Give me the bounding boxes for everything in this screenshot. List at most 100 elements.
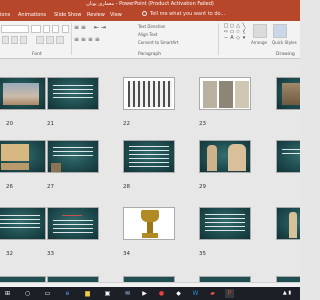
char-spacing-button[interactable] [56,36,64,44]
start-icon[interactable]: ⊞ [3,289,12,298]
bold-button[interactable] [2,36,9,44]
slide-thumbnail[interactable] [199,77,251,110]
mail-icon[interactable]: ✉ [123,289,132,298]
slide-text-line [53,224,93,225]
slide-image [235,81,249,108]
quick-styles-icon[interactable] [273,24,287,38]
taskbar: ⊞ ○ ▭ e ▆ ▣ ✉ ▶ ● ◆ W ▰ P ▲ ▮ [0,287,300,300]
slide-text-line [129,150,169,151]
grow-font-button[interactable] [43,25,50,33]
slide-image [1,144,29,161]
font-color-button[interactable] [46,36,54,44]
store-icon[interactable]: ▣ [103,289,112,298]
powerpoint-icon[interactable]: P [225,289,234,298]
slide-text-line [53,85,93,86]
tab-animations[interactable]: Animations [18,11,46,19]
font-name-box[interactable] [1,25,29,33]
arrange-icon[interactable] [253,24,267,38]
slide-thumbnail[interactable] [47,140,99,173]
slide-statue-image [207,145,217,171]
slide-thumbnail[interactable] [276,77,300,110]
app-icon[interactable]: ◆ [174,289,183,298]
slide-number: 27 [47,184,54,190]
tab-transitions[interactable]: ions [0,11,10,19]
slide-number: 35 [199,251,206,257]
slide-text-line [53,93,93,94]
chrome-icon[interactable]: ● [157,289,166,298]
align-icon[interactable]: ≡ ≡ ≡ ≡ [74,36,100,44]
slide-text-line [53,228,93,229]
slide-number: 34 [123,251,130,257]
underline-button[interactable] [20,36,27,44]
slide-image [203,81,217,108]
shapes-gallery[interactable]: □ ○ △ ╲ ⇨ ▭ ☆ { ∽ A ◇ ▾ [223,23,249,43]
paragraph-group-label: Paragraph [138,52,162,57]
slide-text-line [0,223,40,224]
slide-thumbnail[interactable] [276,207,300,240]
slide-thumbnail[interactable] [47,207,99,240]
slide-thumbnail[interactable] [123,207,175,240]
slide-text-line [0,215,40,216]
tab-slide-show[interactable]: Slide Show [54,11,81,19]
slide-thumbnail[interactable] [199,140,251,173]
indent-icon[interactable]: ⇤ ⇥ [94,24,106,32]
case-button[interactable] [36,36,44,44]
slide-number: 29 [199,184,206,190]
slide-text-line [205,222,245,223]
slide-number: 33 [47,251,54,257]
slide-text-line [129,166,169,167]
edge-icon[interactable]: e [63,289,72,298]
word-icon[interactable]: W [191,289,200,298]
slide-text-line [0,227,40,228]
slide-number: 22 [123,121,130,127]
slide-vase-image [142,233,158,238]
slide-text-line [129,146,169,147]
ribbon-tabs: ions Animations Slide Show Review View T… [0,8,300,21]
slide-text-line [53,97,93,98]
ribbon-separator [71,23,72,55]
shrink-font-button[interactable] [52,25,59,33]
system-tray-icon[interactable]: ▲ ▮ [278,289,296,298]
slide-thumbnail[interactable] [123,77,175,110]
slide-thumbnail[interactable] [0,207,46,240]
pdf-icon[interactable]: ▰ [208,289,217,298]
slide-text-line [282,149,300,150]
tab-review[interactable]: Review [87,11,105,19]
slide-image [282,83,300,105]
quick-styles-button[interactable]: Quick Styles [272,40,297,45]
bullets-icon[interactable]: ≡ ≡ [74,24,86,32]
italic-button[interactable] [11,36,18,44]
slide-thumbnail[interactable] [0,77,46,110]
tab-view[interactable]: View [110,11,122,19]
media-icon[interactable]: ▶ [140,289,149,298]
slide-sorter[interactable]: 20 21 22 23 26 27 28 29 32 33 34 35 [0,60,300,282]
slide-thumbnail[interactable] [276,140,300,173]
lightbulb-icon [142,11,147,16]
slide-thumbnail[interactable] [199,207,251,240]
slide-image [3,83,39,105]
file-explorer-icon[interactable]: ▆ [83,289,92,298]
slide-number: 21 [47,121,54,127]
slide-text-line [53,89,93,90]
text-direction-button[interactable]: Text Direction [138,24,165,29]
task-view-icon[interactable]: ▭ [43,289,52,298]
slide-text-line [129,154,169,155]
slide-thumbnail[interactable] [123,140,175,173]
clear-format-button[interactable] [62,25,69,33]
slide-text-line [53,151,93,152]
align-text-button[interactable]: Align Text [138,32,157,37]
slide-number: 26 [6,184,13,190]
slide-vase-image [141,210,159,222]
tell-me-box[interactable]: Tell me what you want to do... [142,10,225,19]
slide-image [51,163,61,172]
more-shapes-icon[interactable]: ▾ [241,35,247,41]
convert-smartart-button[interactable]: Convert to SmartArt [138,40,178,45]
slide-text-line [53,220,93,221]
ribbon-separator [218,23,219,55]
search-icon[interactable]: ○ [23,289,32,298]
slide-thumbnail[interactable] [47,77,99,110]
slide-thumbnail[interactable] [0,140,46,173]
window-title: معمارى يونان - PowerPoint (Product Activ… [86,1,214,7]
arrange-button[interactable]: Arrange [251,40,267,45]
font-size-box[interactable] [31,25,41,33]
